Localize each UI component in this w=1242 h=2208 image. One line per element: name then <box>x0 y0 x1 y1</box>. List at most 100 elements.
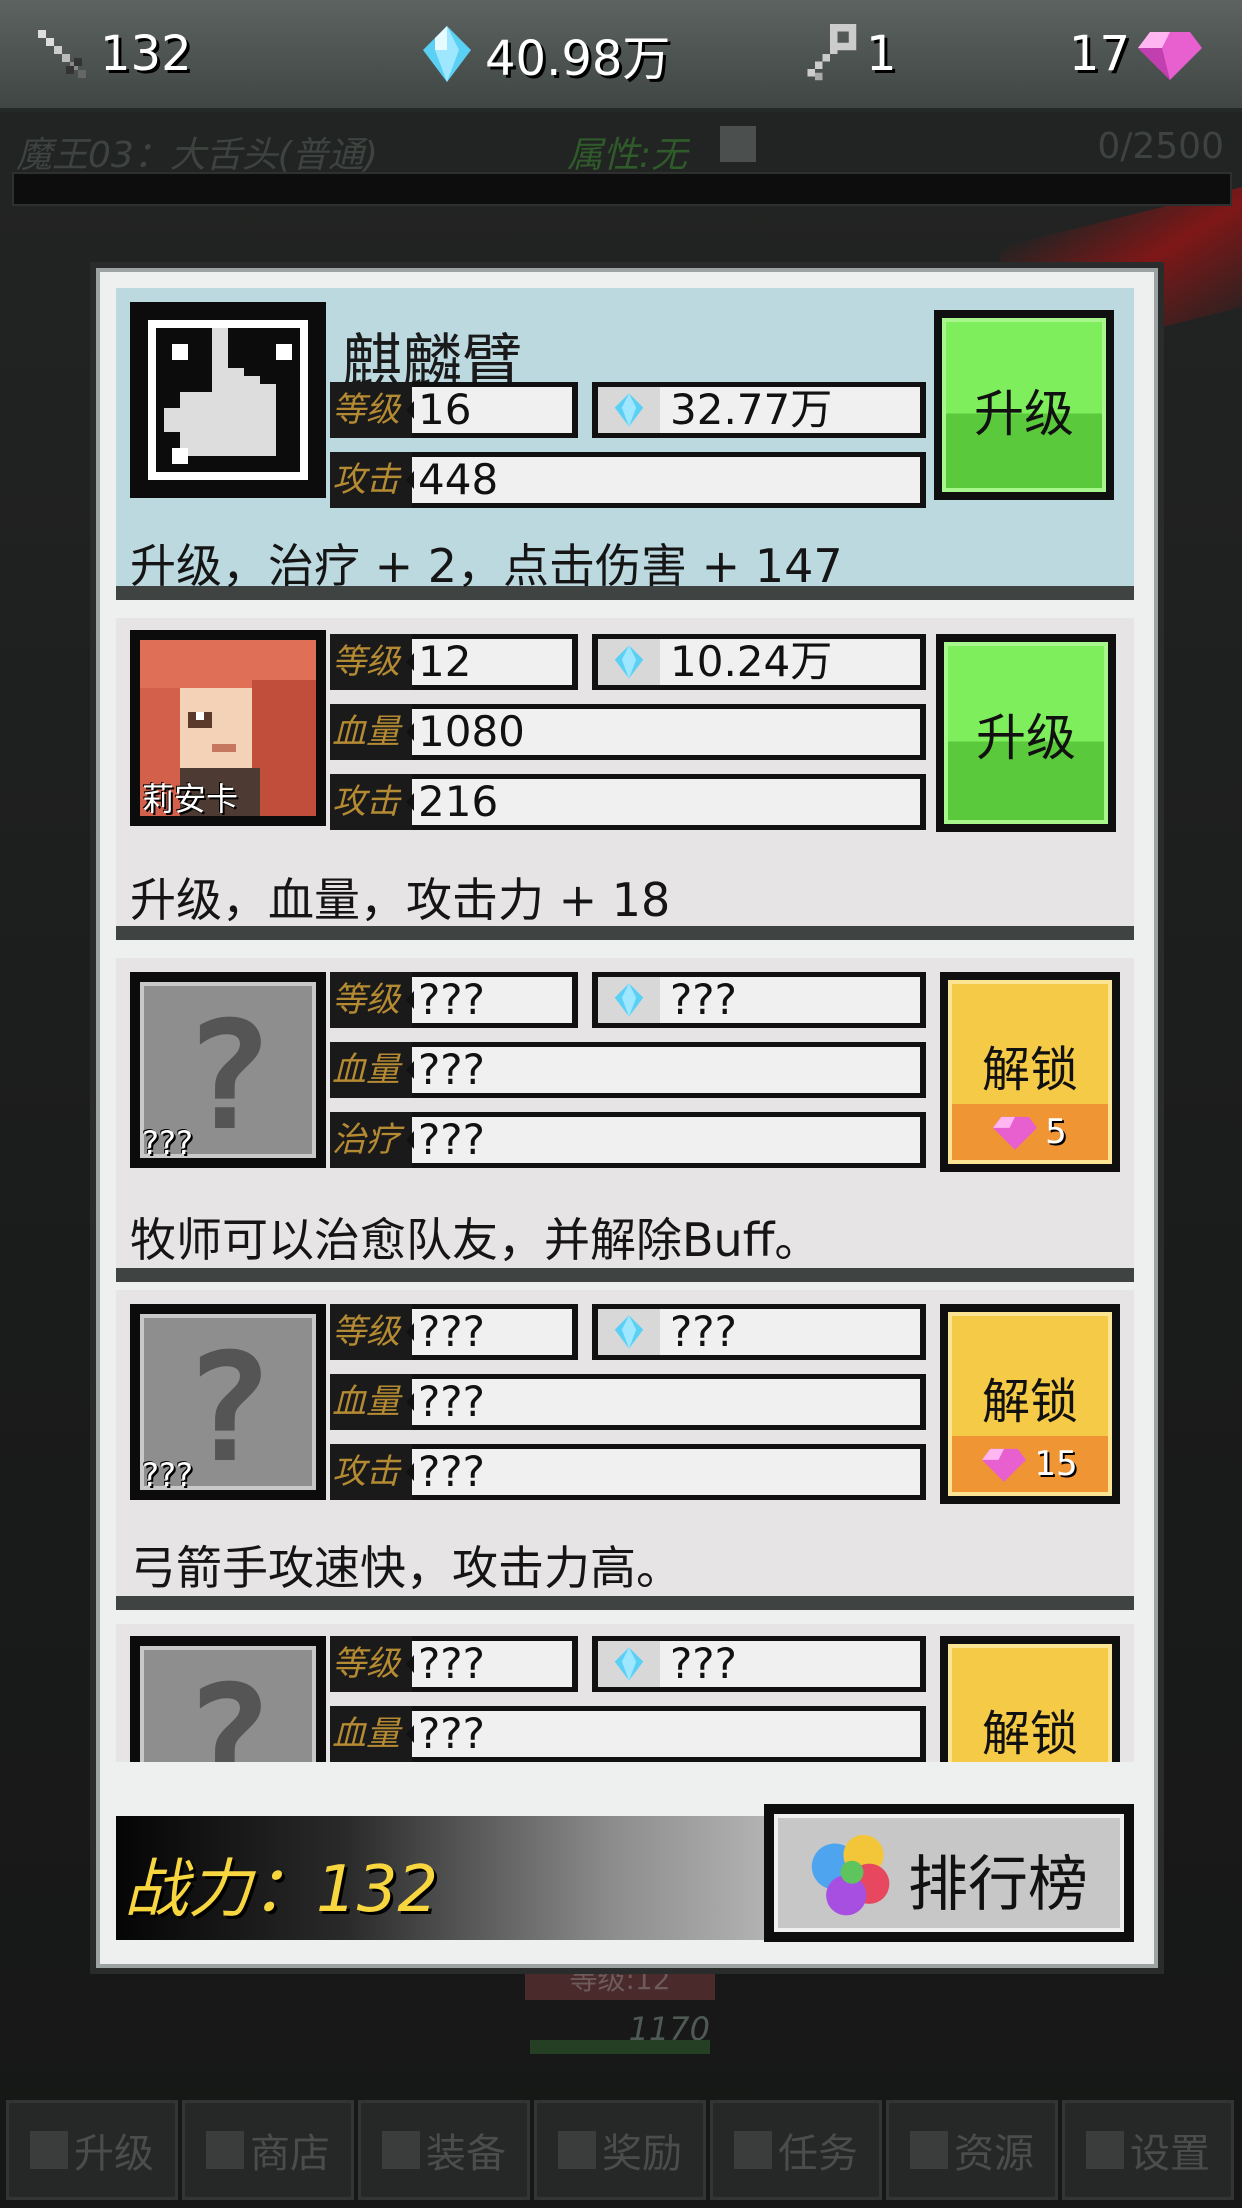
level-label: 等级 <box>330 1636 412 1692</box>
crystal-icon <box>423 26 471 82</box>
nav-tasks[interactable]: 任务 <box>710 2100 882 2200</box>
attribute-icon <box>720 126 756 162</box>
unlock-button[interactable]: 解锁 5 <box>940 972 1120 1172</box>
dps-counter: 132 <box>30 14 192 94</box>
cost-value: 10.24万 <box>660 639 920 685</box>
level-value: ??? <box>406 977 572 1023</box>
upgrade-button[interactable]: 升级 <box>936 634 1116 832</box>
hp-label: 血量 <box>330 704 412 760</box>
bottom-nav: 升级 商店 装备 奖励 任务 资源 设置 <box>0 2100 1242 2208</box>
hp-label: 血量 <box>330 1706 412 1762</box>
question-mark-icon: ? <box>182 1654 274 1762</box>
upgrade-cost: ??? <box>592 1636 926 1692</box>
unknown-portrait: ? <box>140 1646 316 1762</box>
arrow-up-icon <box>30 2131 68 2169</box>
attack-label: 攻击 <box>330 774 412 830</box>
gem-value: 17 <box>1068 26 1130 82</box>
hero-description: 牧师可以治愈队友，并解除Buff。 <box>130 1213 821 1267</box>
upgrade-button[interactable]: 升级 <box>934 310 1114 500</box>
heal-value: ??? <box>406 1117 920 1163</box>
attack-value: 448 <box>406 457 920 503</box>
portrait-locked: ? <box>130 1636 326 1762</box>
upgrade-label: 升级 <box>974 385 1074 443</box>
level-label: 等级 <box>330 972 412 1028</box>
key-counter: 1 <box>800 14 897 94</box>
price-value: 5 <box>1045 1112 1067 1152</box>
unlock-price: 5 <box>952 1104 1108 1160</box>
portrait-locked: ? ??? <box>130 972 326 1168</box>
shop-icon <box>206 2131 244 2169</box>
crystal-icon <box>598 639 660 685</box>
attack-field: 攻击 ??? <box>330 1444 926 1500</box>
key-icon <box>807 24 857 81</box>
boss-attribute: 属性:无 <box>567 135 688 176</box>
monitor-icon <box>1086 2131 1124 2169</box>
level-field: 等级 ??? <box>330 972 578 1028</box>
task-icon <box>734 2131 772 2169</box>
nav-shop[interactable]: 商店 <box>182 2100 354 2200</box>
portrait-name: ??? <box>142 1124 193 1162</box>
nav-resources[interactable]: 资源 <box>886 2100 1058 2200</box>
nav-settings[interactable]: 设置 <box>1062 2100 1234 2200</box>
attack-label: 攻击 <box>330 452 412 508</box>
nav-equipment[interactable]: 装备 <box>358 2100 530 2200</box>
nav-upgrade[interactable]: 升级 <box>6 2100 178 2200</box>
unlock-price: 15 <box>952 1436 1108 1492</box>
attack-value: 216 <box>406 779 920 825</box>
leaderboard-label: 排行榜 <box>908 1850 1088 1920</box>
hand-icon <box>140 312 316 488</box>
nav-label: 商店 <box>250 2131 330 2177</box>
unlock-button[interactable]: 解锁 15 <box>940 1304 1120 1504</box>
nav-label: 任务 <box>778 2131 858 2177</box>
unlock-label: 解锁 <box>981 1374 1078 1430</box>
unlock-label: 解锁 <box>981 1706 1078 1762</box>
upgrade-panel: 麒麟臂 等级 16 32.77万 攻击 448 升级 升级，治疗 + 2，点击伤… <box>90 262 1164 1974</box>
dps-value: 132 <box>100 26 192 82</box>
hp-value: ??? <box>406 1379 920 1425</box>
level-field: 等级 12 <box>330 634 578 690</box>
sword-icon <box>382 2131 420 2169</box>
boss-hp-track <box>12 172 1232 206</box>
nav-label: 资源 <box>954 2131 1034 2177</box>
level-label: 等级 <box>330 634 412 690</box>
crystal-icon <box>598 1309 660 1355</box>
hp-value: ??? <box>406 1711 920 1757</box>
hero-card-locked-5: ? 等级 ??? ??? 血量 ??? 解锁 <box>116 1624 1134 1762</box>
gem-icon <box>1138 32 1202 80</box>
hp-field: 血量 ??? <box>330 1042 926 1098</box>
attack-value: ??? <box>406 1449 920 1495</box>
level-value: ??? <box>406 1641 572 1687</box>
nav-label: 升级 <box>74 2131 154 2177</box>
panel-footer: 战力：132 排行榜 <box>116 1798 1134 1942</box>
hp-field: 血量 ??? <box>330 1374 926 1430</box>
nav-label: 装备 <box>426 2131 506 2177</box>
gem-counter: 17 <box>1069 14 1202 94</box>
combat-power: 战力：132 <box>116 1816 776 1940</box>
level-value: 12 <box>406 639 572 685</box>
hp-field: 血量 1080 <box>330 704 926 760</box>
hp-label: 血量 <box>330 1374 412 1430</box>
sword-icon <box>38 30 86 78</box>
hero-description: 升级，血量，攻击力 + 18 <box>130 873 671 927</box>
portrait-lianka: 莉安卡 <box>130 630 326 826</box>
level-label: 等级 <box>330 382 412 438</box>
cost-value: ??? <box>660 1309 920 1355</box>
unlock-button[interactable]: 解锁 <box>940 1636 1120 1762</box>
upgrade-label: 升级 <box>976 709 1076 767</box>
cost-value: 32.77万 <box>660 387 920 433</box>
hp-value: 1080 <box>406 709 920 755</box>
leaderboard-button[interactable]: 排行榜 <box>764 1804 1134 1942</box>
hero-description: 升级，治疗 + 2，点击伤害 + 147 <box>130 539 843 593</box>
price-value: 15 <box>1034 1444 1078 1484</box>
crystal-value: 40.98万 <box>485 31 671 87</box>
nav-label: 设置 <box>1130 2131 1210 2177</box>
upgrade-cost: 10.24万 <box>592 634 926 690</box>
unlock-label: 解锁 <box>981 1042 1078 1098</box>
boss-bar: 魔王03：大舌头(普通) 属性:无 0/2500 <box>12 120 1232 210</box>
hero-list[interactable]: 麒麟臂 等级 16 32.77万 攻击 448 升级 升级，治疗 + 2，点击伤… <box>116 288 1134 1762</box>
crystal-icon <box>598 387 660 433</box>
nav-rewards[interactable]: 奖励 <box>534 2100 706 2200</box>
upgrade-cost: ??? <box>592 1304 926 1360</box>
house-icon <box>910 2131 948 2169</box>
crystal-icon <box>598 1641 660 1687</box>
